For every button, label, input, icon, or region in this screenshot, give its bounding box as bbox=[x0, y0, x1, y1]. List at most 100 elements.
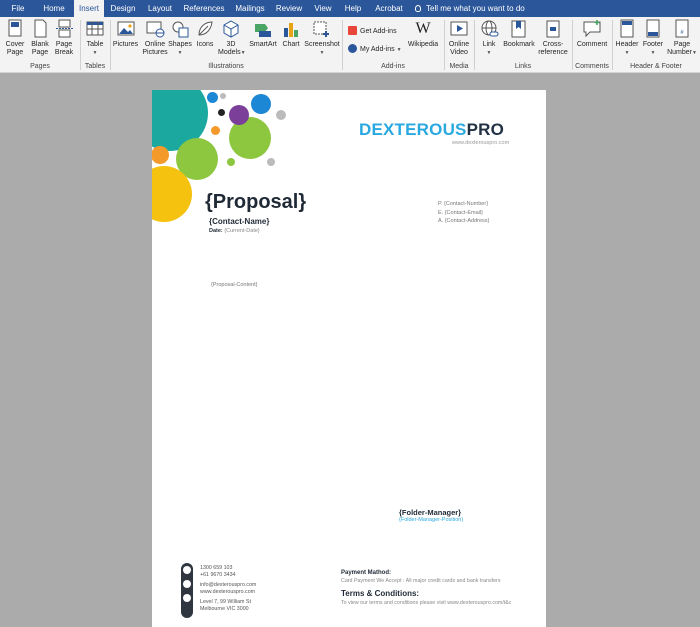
chevron-down-icon: ▼ bbox=[624, 50, 630, 56]
document-page[interactable]: DEXTEROUSPRO www.dexterouspro.com {Propo… bbox=[152, 90, 546, 627]
screenshot-icon bbox=[312, 19, 332, 39]
footer-address: Level 7, 99 William St Melbourne VIC 300… bbox=[200, 599, 251, 612]
tab-layout[interactable]: Layout bbox=[143, 0, 177, 17]
icons-button[interactable]: Icons bbox=[194, 19, 216, 49]
online-video-button[interactable]: Online Video bbox=[446, 19, 472, 57]
chevron-down-icon: ▼ bbox=[486, 50, 492, 56]
page-number-button[interactable]: # Page Number▼ bbox=[667, 19, 697, 57]
tab-home[interactable]: Home bbox=[37, 0, 71, 17]
tab-design[interactable]: Design bbox=[106, 0, 140, 17]
online-pictures-icon bbox=[145, 19, 165, 39]
terms-heading: Terms & Conditions: bbox=[341, 589, 420, 598]
chart-label: Chart bbox=[282, 41, 300, 48]
pictures-icon bbox=[116, 19, 136, 39]
screenshot-button[interactable]: Screenshot ▼ bbox=[304, 19, 340, 57]
tell-me-box[interactable]: Tell me what you want to do bbox=[415, 0, 525, 17]
page-break-button[interactable]: Page Break bbox=[53, 19, 75, 57]
blank-page-label: Blank Page bbox=[31, 41, 49, 56]
group-label-header-footer: Header & Footer bbox=[630, 63, 682, 70]
contact-details: P. {Contact-Number} E. {Contact-Email} A… bbox=[438, 200, 489, 226]
screenshot-label: Screenshot bbox=[304, 41, 340, 48]
shapes-button[interactable]: Shapes ▼ bbox=[168, 19, 192, 57]
page-break-label: Page Break bbox=[54, 41, 74, 56]
comment-button[interactable]: Comment bbox=[574, 19, 610, 49]
header-icon bbox=[617, 19, 637, 39]
wikipedia-label: Wikipedia bbox=[407, 41, 439, 48]
header-label: Header bbox=[615, 41, 639, 48]
cover-page-label: Cover Page bbox=[5, 41, 25, 56]
link-icon bbox=[479, 19, 499, 39]
decor-circle bbox=[276, 110, 286, 120]
ribbon-tab-bar: File Home Insert Design Layout Reference… bbox=[0, 0, 700, 17]
decor-circle bbox=[220, 93, 226, 99]
get-addins-label: Get Add-ins bbox=[360, 28, 397, 35]
tab-review[interactable]: Review bbox=[274, 0, 304, 17]
pictures-button[interactable]: Pictures bbox=[112, 19, 139, 49]
tab-help[interactable]: Help bbox=[341, 0, 365, 17]
online-pictures-button[interactable]: Online Pictures bbox=[141, 19, 169, 57]
table-button[interactable]: Table ▼ bbox=[83, 19, 107, 57]
contact-email: E. {Contact-Email} bbox=[438, 209, 483, 216]
table-label: Table bbox=[86, 41, 104, 48]
shapes-icon bbox=[170, 19, 190, 39]
store-icon bbox=[348, 26, 357, 35]
my-addins-label: My Add-ins bbox=[360, 46, 395, 53]
link-label: Link bbox=[482, 41, 496, 48]
contact-number: P. {Contact-Number} bbox=[438, 201, 489, 207]
wikipedia-button[interactable]: W Wikipedia bbox=[405, 19, 441, 49]
decor-circle bbox=[207, 92, 218, 103]
chevron-down-icon: ▼ bbox=[240, 50, 246, 56]
shapes-label: Shapes bbox=[168, 41, 192, 48]
icons-label: Icons bbox=[196, 41, 214, 48]
tab-file[interactable]: File bbox=[4, 0, 32, 17]
page-number-icon: # bbox=[672, 19, 692, 39]
phone-icon bbox=[183, 566, 191, 574]
smartart-icon bbox=[253, 19, 273, 39]
comment-label: Comment bbox=[576, 41, 608, 48]
folder-manager: {Folder-Manager} bbox=[399, 508, 462, 517]
chevron-down-icon: ▼ bbox=[396, 47, 402, 53]
header-button[interactable]: Header ▼ bbox=[614, 19, 640, 57]
payment-heading: Payment Mathod: bbox=[341, 570, 392, 576]
cross-reference-button[interactable]: Cross-reference bbox=[536, 19, 570, 57]
group-label-media: Media bbox=[449, 63, 469, 70]
tab-mailings[interactable]: Mailings bbox=[231, 0, 269, 17]
get-addins-button[interactable]: Get Add-ins bbox=[348, 26, 397, 37]
icons-icon bbox=[195, 19, 215, 39]
group-label-illustrations: Illustrations bbox=[208, 63, 244, 70]
online-video-label: Online Video bbox=[448, 41, 470, 56]
cover-page-button[interactable]: Cover Page bbox=[3, 19, 27, 57]
group-label-links: Links bbox=[514, 63, 532, 70]
tab-insert[interactable]: Insert bbox=[74, 0, 104, 17]
footer-web: info@dexterouspro.com www.dexterouspro.c… bbox=[200, 582, 257, 595]
cross-reference-icon bbox=[543, 19, 563, 39]
3d-models-button[interactable]: 3D Models▼ bbox=[218, 19, 246, 57]
tab-view[interactable]: View bbox=[310, 0, 336, 17]
cover-page-icon bbox=[5, 19, 25, 39]
smartart-button[interactable]: SmartArt bbox=[248, 19, 278, 49]
chart-button[interactable]: Chart bbox=[280, 19, 302, 49]
bookmark-button[interactable]: Bookmark bbox=[502, 19, 536, 49]
contact-address: A. {Contact-Address} bbox=[438, 218, 490, 224]
chevron-down-icon: ▼ bbox=[319, 50, 325, 56]
decor-circle bbox=[251, 94, 271, 114]
bookmark-icon bbox=[509, 19, 529, 39]
proposal-title: {Proposal} bbox=[205, 191, 307, 213]
chevron-down-icon: ▼ bbox=[691, 50, 697, 56]
decor-circle bbox=[152, 146, 169, 164]
online-pictures-label: Online Pictures bbox=[142, 41, 168, 56]
decor-circle bbox=[267, 158, 275, 166]
video-icon bbox=[449, 19, 469, 39]
group-label-addins: Add-ins bbox=[381, 63, 405, 70]
page-break-icon bbox=[54, 19, 74, 39]
blank-page-button[interactable]: Blank Page bbox=[29, 19, 51, 57]
tab-acrobat[interactable]: Acrobat bbox=[371, 0, 407, 17]
decor-circle bbox=[211, 126, 220, 135]
footer-icon-strip bbox=[181, 563, 193, 618]
tab-references[interactable]: References bbox=[182, 0, 226, 17]
footer-button[interactable]: Footer ▼ bbox=[640, 19, 666, 57]
my-addins-button[interactable]: My Add-ins ▼ bbox=[348, 44, 402, 55]
decor-circle bbox=[191, 112, 199, 120]
chevron-down-icon: ▼ bbox=[177, 50, 183, 56]
link-button[interactable]: Link ▼ bbox=[478, 19, 500, 57]
